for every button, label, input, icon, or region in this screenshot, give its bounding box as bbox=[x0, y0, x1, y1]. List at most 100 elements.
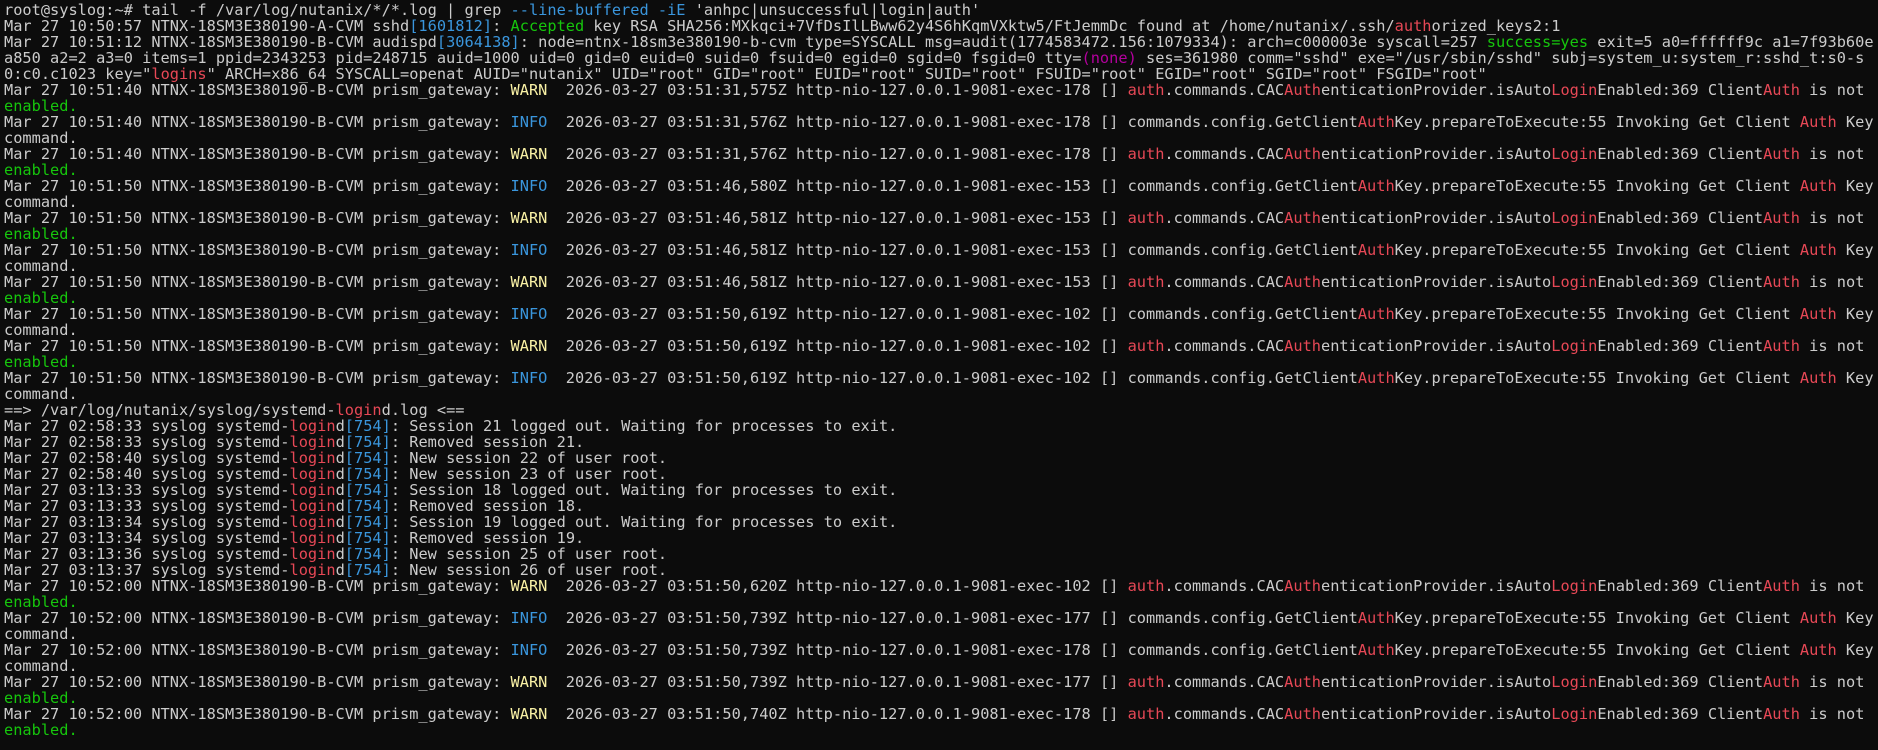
log-text-segment: Mar 27 10:51:50 NTNX-18SM3E380190-B-CVM … bbox=[4, 209, 511, 227]
log-line: Mar 27 03:13:34 syslog systemd-logind[75… bbox=[4, 514, 1874, 530]
log-text-segment: WARN bbox=[510, 81, 548, 99]
log-text-segment: auth bbox=[1127, 577, 1165, 595]
terminal-output[interactable]: root@syslog:~# tail -f /var/log/nutanix/… bbox=[0, 0, 1878, 750]
log-text-segment: Auth bbox=[1763, 81, 1800, 99]
log-text-segment: Mar 27 10:51:50 NTNX-18SM3E380190-B-CVM … bbox=[4, 273, 511, 291]
log-text-segment: 2026-03-27 03:51:31,576Z http-nio-127.0.… bbox=[547, 145, 1128, 163]
log-text-segment: Mar 27 10:51:50 NTNX-18SM3E380190-B-CVM … bbox=[4, 337, 511, 355]
log-line: Mar 27 10:51:40 NTNX-18SM3E380190-B-CVM … bbox=[4, 82, 1874, 114]
log-text-segment: Login bbox=[1551, 705, 1598, 723]
log-text-segment: enticationProvider.isAuto bbox=[1321, 81, 1552, 99]
log-text-segment: is not bbox=[1799, 337, 1874, 355]
log-text-segment: Auth bbox=[1763, 337, 1800, 355]
log-text-segment: WARN bbox=[510, 577, 548, 595]
log-text-segment: Auth bbox=[1357, 113, 1395, 131]
log-line: Mar 27 02:58:40 syslog systemd-logind[75… bbox=[4, 450, 1874, 466]
log-text-segment: Auth bbox=[1284, 673, 1321, 691]
log-line: Mar 27 10:51:50 NTNX-18SM3E380190-B-CVM … bbox=[4, 338, 1874, 370]
log-text-segment: Auth bbox=[1763, 209, 1800, 227]
log-text-segment: Mar 27 10:51:50 NTNX-18SM3E380190-B-CVM … bbox=[4, 369, 511, 387]
log-line: Mar 27 10:52:00 NTNX-18SM3E380190-B-CVM … bbox=[4, 642, 1874, 674]
log-line: Mar 27 03:13:36 syslog systemd-logind[75… bbox=[4, 546, 1874, 562]
log-text-segment: 2026-03-27 03:51:50,739Z http-nio-127.0.… bbox=[547, 673, 1128, 691]
log-text-segment: is not bbox=[1799, 145, 1874, 163]
log-text-segment: is not bbox=[1799, 705, 1874, 723]
log-text-segment: Enabled:369 Client bbox=[1597, 81, 1764, 99]
log-text-segment: enticationProvider.isAuto bbox=[1321, 337, 1552, 355]
log-text-segment: INFO bbox=[510, 113, 548, 131]
log-text-segment: Enabled:369 Client bbox=[1597, 145, 1764, 163]
log-text-segment: Mar 27 10:51:50 NTNX-18SM3E380190-B-CVM … bbox=[4, 305, 511, 323]
log-line: Mar 27 02:58:33 syslog systemd-logind[75… bbox=[4, 434, 1874, 450]
log-text-segment: Key.prepareToExecute:55 Invoking Get Cli… bbox=[1394, 641, 1800, 659]
log-text-segment: Login bbox=[1551, 337, 1598, 355]
log-line: Mar 27 10:51:50 NTNX-18SM3E380190-B-CVM … bbox=[4, 306, 1874, 338]
log-line: Mar 27 10:51:40 NTNX-18SM3E380190-B-CVM … bbox=[4, 146, 1874, 178]
log-text-segment: Auth bbox=[1357, 305, 1395, 323]
log-text-segment: Auth bbox=[1357, 177, 1395, 195]
log-text-segment: Mar 27 10:52:00 NTNX-18SM3E380190-B-CVM … bbox=[4, 673, 511, 691]
log-line: Mar 27 03:13:33 syslog systemd-logind[75… bbox=[4, 498, 1874, 514]
command-line: root@syslog:~# tail -f /var/log/nutanix/… bbox=[4, 2, 1874, 18]
log-text-segment: enticationProvider.isAuto bbox=[1321, 577, 1552, 595]
log-text-segment: Mar 27 10:51:50 NTNX-18SM3E380190-B-CVM … bbox=[4, 177, 511, 195]
log-text-segment: 2026-03-27 03:51:50,739Z http-nio-127.0.… bbox=[547, 609, 1358, 627]
log-line: Mar 27 02:58:33 syslog systemd-logind[75… bbox=[4, 418, 1874, 434]
log-text-segment: .commands.CAC bbox=[1164, 273, 1285, 291]
log-line: Mar 27 02:58:40 syslog systemd-logind[75… bbox=[4, 466, 1874, 482]
log-line: Mar 27 03:13:37 syslog systemd-logind[75… bbox=[4, 562, 1874, 578]
log-text-segment: 2026-03-27 03:51:46,580Z http-nio-127.0.… bbox=[547, 177, 1358, 195]
log-text-segment: 2026-03-27 03:51:31,576Z http-nio-127.0.… bbox=[547, 113, 1358, 131]
log-text-segment: 2026-03-27 03:51:50,619Z http-nio-127.0.… bbox=[547, 305, 1358, 323]
log-text-segment: Auth bbox=[1799, 305, 1837, 323]
log-text-segment: Auth bbox=[1763, 673, 1800, 691]
log-text-segment: INFO bbox=[510, 609, 548, 627]
log-line: Mar 27 10:52:00 NTNX-18SM3E380190-B-CVM … bbox=[4, 578, 1874, 610]
log-text-segment: Auth bbox=[1799, 609, 1837, 627]
log-text-segment: Auth bbox=[1763, 145, 1800, 163]
log-text-segment: Auth bbox=[1763, 577, 1800, 595]
log-text-segment: Mar 27 10:51:50 NTNX-18SM3E380190-B-CVM … bbox=[4, 241, 511, 259]
log-text-segment: Login bbox=[1551, 81, 1598, 99]
log-text-segment: Auth bbox=[1284, 273, 1321, 291]
log-text-segment: WARN bbox=[510, 673, 548, 691]
log-text-segment: enticationProvider.isAuto bbox=[1321, 209, 1552, 227]
log-text-segment: Login bbox=[1551, 273, 1598, 291]
log-text-segment: INFO bbox=[510, 305, 548, 323]
log-text-segment: Auth bbox=[1357, 609, 1395, 627]
log-text-segment: .commands.CAC bbox=[1164, 673, 1285, 691]
log-text-segment: enticationProvider.isAuto bbox=[1321, 705, 1552, 723]
log-text-segment: 2026-03-27 03:51:31,575Z http-nio-127.0.… bbox=[547, 81, 1128, 99]
log-line: Mar 27 10:51:50 NTNX-18SM3E380190-B-CVM … bbox=[4, 178, 1874, 210]
log-text-segment: WARN bbox=[510, 705, 548, 723]
log-text-segment: Mar 27 10:51:40 NTNX-18SM3E380190-B-CVM … bbox=[4, 145, 511, 163]
log-line: Mar 27 10:51:12 NTNX-18SM3E380190-B-CVM … bbox=[4, 34, 1874, 82]
log-line: Mar 27 10:50:57 NTNX-18SM3E380190-A-CVM … bbox=[4, 18, 1874, 34]
log-text-segment: Enabled:369 Client bbox=[1597, 577, 1764, 595]
log-text-segment: Auth bbox=[1284, 81, 1321, 99]
log-text-segment: Auth bbox=[1799, 369, 1837, 387]
log-text-segment: Enabled:369 Client bbox=[1597, 337, 1764, 355]
log-text-segment: Auth bbox=[1284, 705, 1321, 723]
log-text-segment: Enabled:369 Client bbox=[1597, 673, 1764, 691]
log-text-segment: .commands.CAC bbox=[1164, 145, 1285, 163]
log-text-segment: Auth bbox=[1357, 369, 1395, 387]
log-text-segment: 2026-03-27 03:51:46,581Z http-nio-127.0.… bbox=[547, 273, 1128, 291]
log-text-segment: Login bbox=[1551, 673, 1598, 691]
log-text-segment: Auth bbox=[1799, 113, 1837, 131]
log-text-segment: is not bbox=[1799, 673, 1874, 691]
log-text-segment: WARN bbox=[510, 337, 548, 355]
log-text-segment: Auth bbox=[1284, 209, 1321, 227]
log-text-segment: Key.prepareToExecute:55 Invoking Get Cli… bbox=[1394, 609, 1800, 627]
log-text-segment: Auth bbox=[1763, 705, 1800, 723]
log-text-segment: .commands.CAC bbox=[1164, 337, 1285, 355]
log-line: Mar 27 10:52:00 NTNX-18SM3E380190-B-CVM … bbox=[4, 706, 1874, 738]
log-text-segment: 2026-03-27 03:51:50,619Z http-nio-127.0.… bbox=[547, 337, 1128, 355]
log-text-segment: auth bbox=[1127, 273, 1165, 291]
log-text-segment: enabled. bbox=[4, 721, 78, 739]
log-line: Mar 27 10:51:50 NTNX-18SM3E380190-B-CVM … bbox=[4, 242, 1874, 274]
log-text-segment: Key.prepareToExecute:55 Invoking Get Cli… bbox=[1394, 241, 1800, 259]
log-text-segment: Mar 27 10:51:40 NTNX-18SM3E380190-B-CVM … bbox=[4, 81, 511, 99]
log-text-segment: is not bbox=[1799, 209, 1874, 227]
log-text-segment: Enabled:369 Client bbox=[1597, 209, 1764, 227]
